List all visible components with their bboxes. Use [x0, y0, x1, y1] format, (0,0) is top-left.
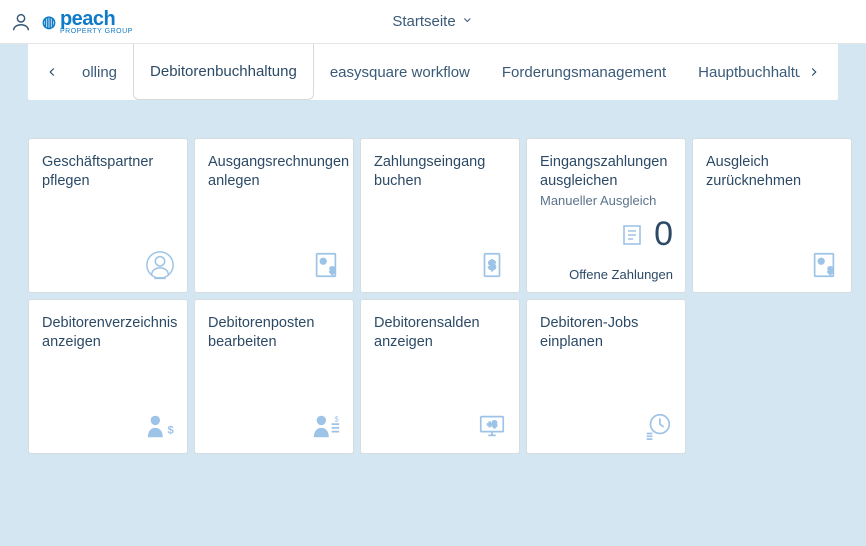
- brand-subtitle: PROPERTY GROUP: [60, 28, 133, 35]
- invoice-icon: $: [311, 250, 341, 280]
- tab-debitorenbuchhaltung[interactable]: Debitorenbuchhaltung: [133, 44, 314, 100]
- svg-text:$: $: [334, 414, 339, 423]
- receipt-icon: [620, 223, 644, 247]
- tab-bar: olling Debitorenbuchhaltung easysquare w…: [28, 44, 838, 100]
- tile-debitorensalden-anzeigen[interactable]: Debitorensalden anzeigen +$: [360, 299, 520, 454]
- tabs-container: olling Debitorenbuchhaltung easysquare w…: [66, 44, 800, 100]
- app-header: ◍ peach PROPERTY GROUP Startseite: [0, 0, 866, 44]
- tab-partial-left[interactable]: olling: [66, 44, 133, 100]
- monitor-plus-dollar-icon: +$: [477, 411, 507, 441]
- tile-title: Debitorenverzeichnis anzeigen: [42, 314, 174, 352]
- logo-mark-icon: ◍: [42, 12, 56, 32]
- tile-debitoren-jobs-einplanen[interactable]: Debitoren-Jobs einplanen: [526, 299, 686, 454]
- tile-title: Debitoren-Jobs einplanen: [540, 314, 672, 352]
- tile-kpi-row: 0: [620, 215, 673, 254]
- tile-footer: Offene Zahlungen: [569, 267, 673, 282]
- invoice-icon: $: [809, 250, 839, 280]
- tile-title: Debitorenposten bearbeiten: [208, 314, 340, 352]
- tile-grid: Geschäftspartner pflegen Ausgangsrechnun…: [0, 100, 866, 454]
- tile-zahlungseingang-buchen[interactable]: Zahlungseingang buchen $: [360, 138, 520, 293]
- user-icon[interactable]: [10, 11, 32, 33]
- svg-text:$: $: [828, 265, 834, 275]
- tile-debitorenposten-bearbeiten[interactable]: Debitorenposten bearbeiten $: [194, 299, 354, 454]
- svg-text:$: $: [330, 265, 336, 275]
- dollar-document-icon: $: [477, 250, 507, 280]
- tab-forderungsmanagement[interactable]: Forderungsmanagement: [486, 44, 682, 100]
- business-partner-icon: [145, 250, 175, 280]
- tabs-scroll-right[interactable]: [800, 44, 828, 100]
- person-list-icon: $: [311, 411, 341, 441]
- tile-title: Ausgleich zurücknehmen: [706, 153, 838, 191]
- tile-title: Geschäftspartner pflegen: [42, 153, 174, 191]
- tile-subtitle: Manueller Ausgleich: [540, 193, 672, 210]
- svg-text:+$: +$: [487, 419, 497, 429]
- tile-title: Debitorensalden anzeigen: [374, 314, 506, 352]
- tile-title: Ausgangsrechnungen anlegen: [208, 153, 340, 191]
- tile-debitorenverzeichnis-anzeigen[interactable]: Debitorenverzeichnis anzeigen $: [28, 299, 188, 454]
- tile-eingangszahlungen-ausgleichen[interactable]: Eingangszahlungen ausgleichen Manueller …: [526, 138, 686, 293]
- svg-text:$: $: [488, 258, 496, 273]
- chevron-down-icon: [462, 13, 474, 30]
- tile-geschaeftspartner-pflegen[interactable]: Geschäftspartner pflegen: [28, 138, 188, 293]
- header-left: ◍ peach PROPERTY GROUP: [10, 8, 133, 35]
- nav-label: Startseite: [392, 13, 455, 30]
- tab-partial-right[interactable]: Hauptbuchhaltu: [682, 44, 800, 100]
- person-dollar-icon: $: [145, 411, 175, 441]
- brand-logo[interactable]: ◍ peach PROPERTY GROUP: [42, 8, 133, 35]
- tab-easysquare-workflow[interactable]: easysquare workflow: [314, 44, 486, 100]
- clock-list-icon: [643, 411, 673, 441]
- svg-text:$: $: [168, 425, 175, 437]
- tile-ausgangsrechnungen-anlegen[interactable]: Ausgangsrechnungen anlegen $: [194, 138, 354, 293]
- tabs-scroll-left[interactable]: [38, 44, 66, 100]
- tile-kpi-value: 0: [654, 215, 673, 254]
- tile-ausgleich-zuruecknehmen[interactable]: Ausgleich zurücknehmen $: [692, 138, 852, 293]
- tile-title: Zahlungseingang buchen: [374, 153, 506, 191]
- tile-title: Eingangszahlungen ausgleichen: [540, 153, 672, 191]
- nav-menu[interactable]: Startseite: [392, 13, 473, 30]
